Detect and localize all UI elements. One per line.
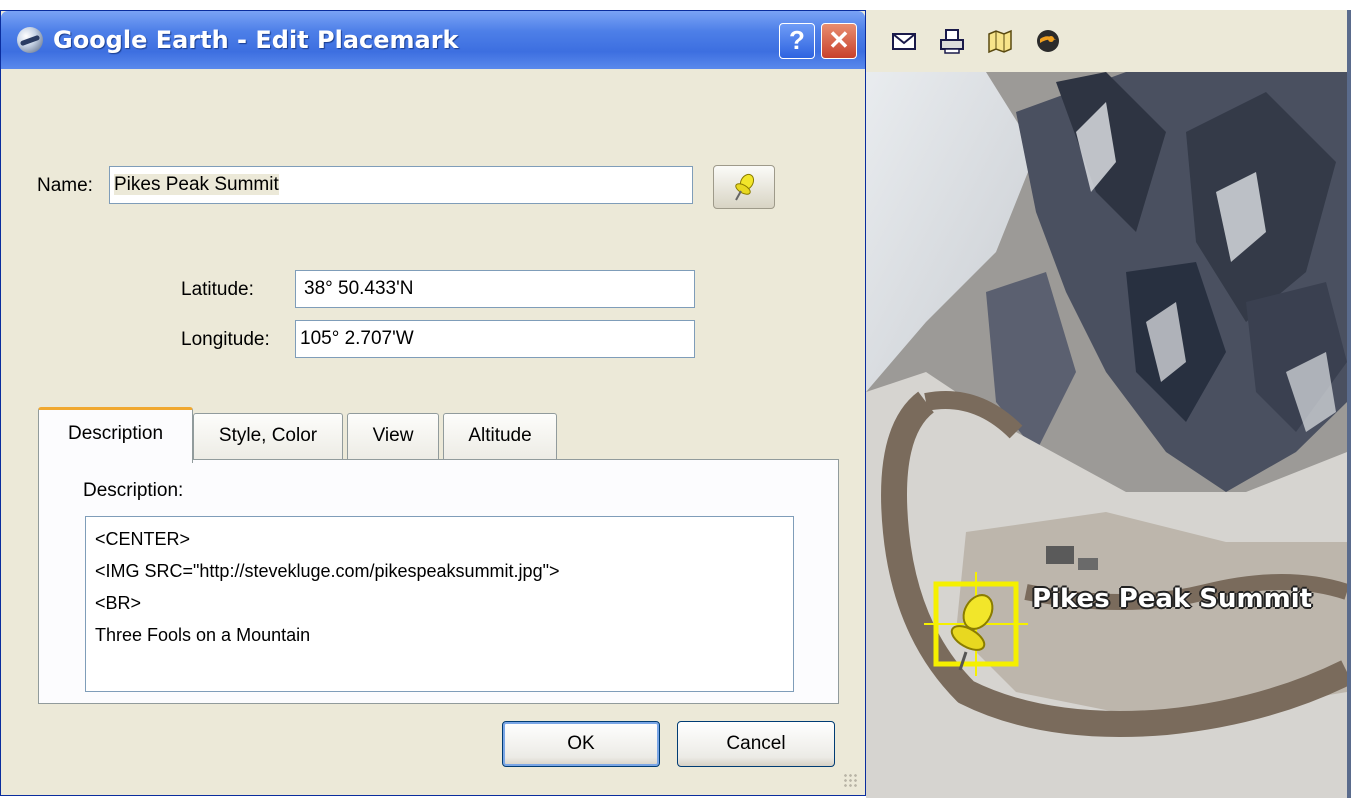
longitude-label: Longitude: xyxy=(181,329,270,350)
name-label: Name: xyxy=(37,175,93,196)
close-button[interactable]: ✕ xyxy=(821,23,857,59)
cancel-button[interactable]: Cancel xyxy=(677,721,835,767)
description-label: Description: xyxy=(83,480,184,501)
edit-placemark-dialog: Google Earth - Edit Placemark ? ✕ Name: … xyxy=(0,10,866,796)
tab-view[interactable]: View xyxy=(347,413,439,461)
tab-style-color[interactable]: Style, Color xyxy=(193,413,343,461)
placemark-icon-button[interactable] xyxy=(713,165,775,209)
map-icon[interactable] xyxy=(986,27,1014,55)
ok-button[interactable]: OK xyxy=(502,721,660,767)
satellite-map-view[interactable]: Pikes Peak Summit xyxy=(866,72,1347,798)
name-field-value: Pikes Peak Summit xyxy=(114,174,279,195)
resize-grip[interactable] xyxy=(843,773,857,787)
satellite-terrain-image xyxy=(866,72,1347,798)
tab-altitude[interactable]: Altitude xyxy=(443,413,557,461)
title-bar[interactable]: Google Earth - Edit Placemark ? ✕ xyxy=(1,11,865,69)
help-button[interactable]: ? xyxy=(779,23,815,59)
window-title: Google Earth - Edit Placemark xyxy=(53,26,459,54)
print-icon[interactable] xyxy=(938,27,966,55)
name-field[interactable]: Pikes Peak Summit xyxy=(109,166,693,204)
placemark-label[interactable]: Pikes Peak Summit xyxy=(1032,584,1312,614)
description-textarea[interactable]: <CENTER> <IMG SRC="http://stevekluge.com… xyxy=(85,516,794,692)
map-window: Pikes Peak Summit xyxy=(866,10,1351,798)
description-tab-panel: Description: <CENTER> <IMG SRC="http://s… xyxy=(38,459,839,704)
email-icon[interactable] xyxy=(890,27,918,55)
pushpin-icon xyxy=(735,173,755,201)
description-line: <CENTER> xyxy=(95,529,191,549)
google-earth-icon xyxy=(17,27,43,53)
latitude-field[interactable]: 38° 50.433'N xyxy=(295,270,695,308)
map-toolbar xyxy=(866,10,1347,72)
longitude-field[interactable]: 105° 2.707'W xyxy=(295,320,695,358)
description-line: Three Fools on a Mountain xyxy=(95,625,311,645)
latitude-label: Latitude: xyxy=(181,279,254,300)
tab-description[interactable]: Description xyxy=(38,407,193,463)
description-line: <IMG SRC="http://stevekluge.com/pikespea… xyxy=(95,561,560,581)
google-maps-icon[interactable] xyxy=(1034,27,1062,55)
description-line: <BR> xyxy=(95,593,142,613)
